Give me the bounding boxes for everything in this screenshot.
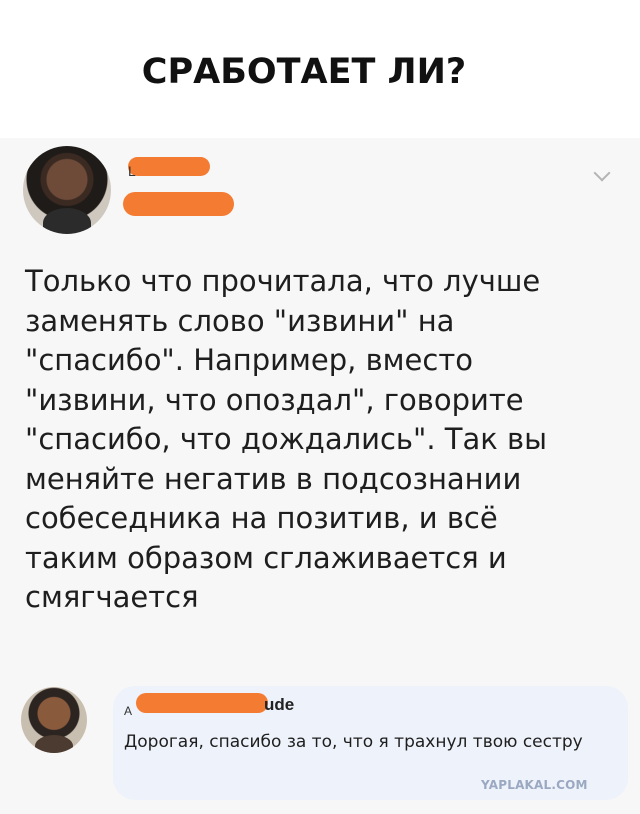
meme-title: СРАБОТАЕТ ЛИ? bbox=[141, 52, 467, 92]
author-avatar[interactable] bbox=[23, 146, 111, 234]
author-subtitle-redaction bbox=[123, 192, 234, 216]
commenter-name-suffix[interactable]: ude bbox=[264, 695, 294, 715]
commenter-name-partial: A bbox=[124, 704, 133, 718]
site-watermark: YAPLAKAL.COM bbox=[481, 778, 588, 792]
meme-header: СРАБОТАЕТ ЛИ? bbox=[0, 0, 640, 138]
commenter-avatar[interactable] bbox=[21, 687, 87, 753]
post-body: Только что прочитала, что лучше заменять… bbox=[25, 264, 547, 614]
comment-text: Дорогая, спасибо за то, что я трахнул тв… bbox=[124, 732, 583, 752]
author-name-partial: L bbox=[128, 163, 136, 179]
commenter-name-redaction bbox=[136, 693, 268, 713]
author-name-redaction bbox=[128, 157, 210, 176]
